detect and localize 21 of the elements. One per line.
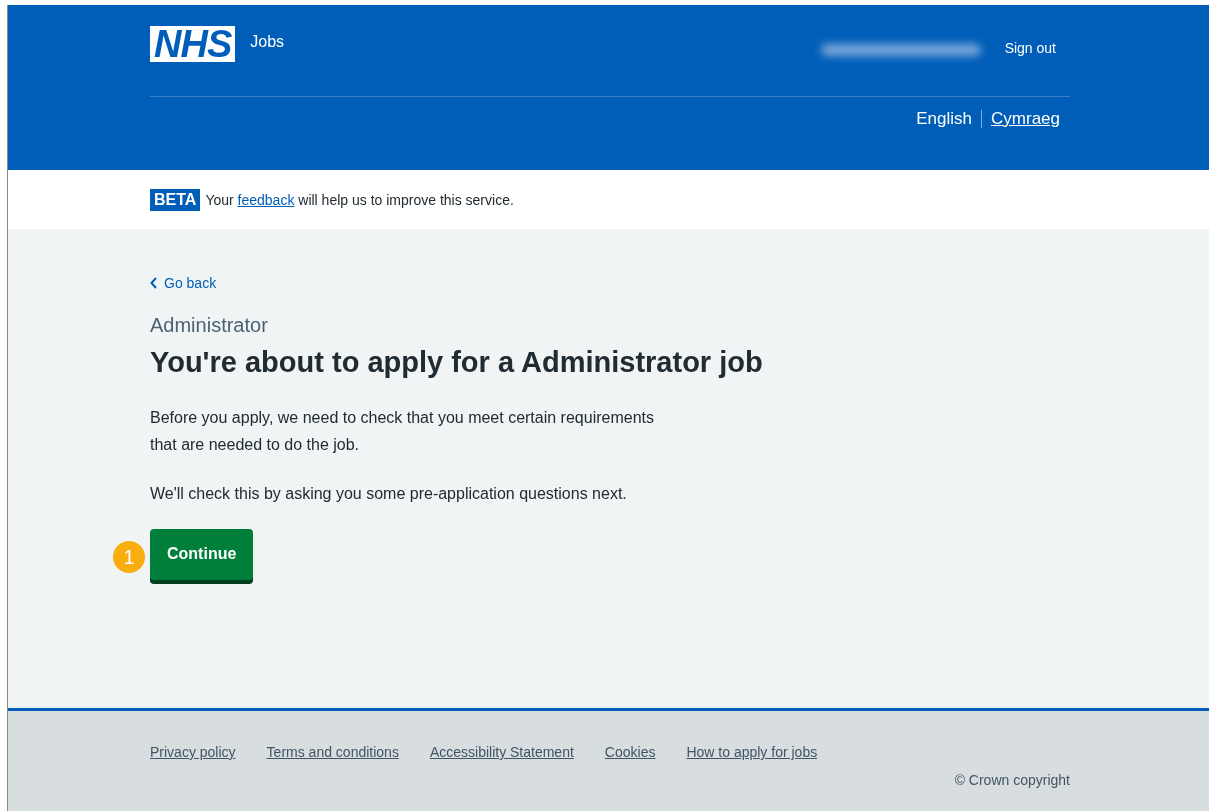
footer-link[interactable]: Privacy policy	[150, 744, 236, 760]
footer-link[interactable]: Accessibility Statement	[429, 744, 574, 760]
footer-link[interactable]: Cookies	[604, 744, 656, 760]
language-link[interactable]: Cymraeg	[991, 109, 1060, 129]
job-caption: Administrator	[150, 314, 269, 337]
sign-out-link[interactable]: Sign out	[1004, 40, 1056, 56]
chevron-left-icon	[150, 277, 158, 289]
body-text: We'll check this by asking you some pre-application questions next.	[150, 484, 628, 504]
service-name: Jobs	[250, 33, 285, 51]
language-link[interactable]: English	[916, 109, 973, 129]
footer-link[interactable]: Terms and conditions	[266, 744, 399, 760]
feedback-link[interactable]: feedback	[237, 191, 295, 208]
feedback-message: Your feedback will help us to improve this service.	[205, 191, 514, 208]
body-text: Before you apply, we need to check that you meet certain requirements that are needed to do the job.	[150, 408, 655, 455]
back-link[interactable]: Go back	[150, 275, 217, 291]
page-heading: You're about to apply for a Administrator job	[150, 345, 764, 380]
nhs-logo[interactable]: NHS	[150, 26, 236, 62]
step-marker: 1	[113, 541, 145, 573]
copyright-text: © Crown copyright	[954, 772, 1070, 788]
footer-link[interactable]: How to apply for jobs	[686, 744, 818, 760]
beta-tag: BETA	[150, 188, 201, 211]
